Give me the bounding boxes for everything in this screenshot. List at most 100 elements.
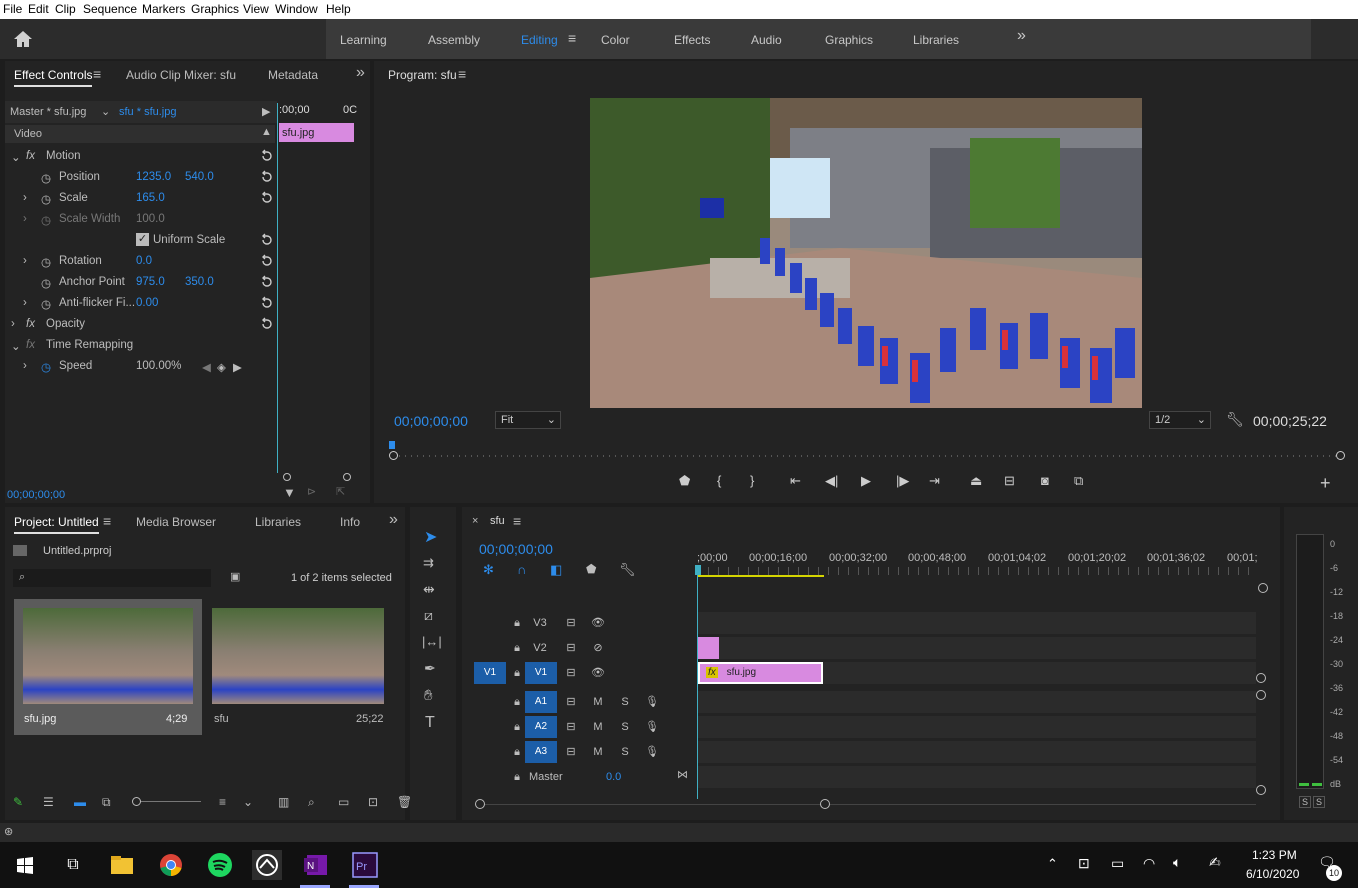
play-triangle-icon[interactable]: ▶ bbox=[262, 105, 270, 118]
clip-segment[interactable] bbox=[698, 637, 719, 659]
workspace-audio[interactable]: Audio bbox=[751, 33, 782, 47]
sequence-tab[interactable]: sfu bbox=[490, 515, 505, 527]
eye-icon[interactable]: 👁︎ bbox=[590, 615, 606, 631]
program-scrubber[interactable] bbox=[389, 451, 1345, 461]
export-icon[interactable]: ⇱ bbox=[336, 485, 345, 498]
type-tool-icon[interactable]: T bbox=[425, 714, 435, 732]
master-clip-label[interactable]: Master * sfu.jpg bbox=[10, 106, 86, 118]
track-target-a2[interactable]: A2 bbox=[525, 716, 557, 738]
track-label[interactable]: V3 bbox=[532, 615, 548, 631]
menu-edit[interactable]: Edit bbox=[28, 2, 49, 16]
chevron-right-icon[interactable]: » bbox=[389, 511, 398, 529]
zoom-scrollbar[interactable] bbox=[283, 473, 351, 481]
track-target-a3[interactable]: A3 bbox=[525, 741, 557, 763]
play-only-audio-icon[interactable]: ⊳ bbox=[307, 485, 316, 498]
chevron-right-icon[interactable]: » bbox=[1017, 27, 1026, 45]
expand-icon[interactable]: › bbox=[23, 297, 27, 309]
video-frame[interactable] bbox=[590, 98, 1142, 408]
chevron-up-icon[interactable]: ⌃ bbox=[1047, 856, 1058, 872]
playhead-marker[interactable] bbox=[389, 441, 395, 449]
sync-lock-icon[interactable]: ⊟ bbox=[563, 744, 579, 760]
spotify-icon[interactable] bbox=[205, 850, 235, 880]
reset-icon[interactable] bbox=[260, 317, 274, 331]
stopwatch-icon[interactable]: ◷ bbox=[41, 360, 51, 374]
solo-button[interactable]: S bbox=[617, 694, 633, 710]
list-view-icon[interactable]: ☰ bbox=[43, 795, 54, 809]
workspace-libraries[interactable]: Libraries bbox=[913, 33, 959, 47]
icon-view-icon[interactable]: ▬ bbox=[74, 795, 86, 809]
microphone-icon[interactable]: 🎙︎ bbox=[644, 744, 660, 760]
sync-lock-icon[interactable]: ⊟ bbox=[563, 665, 579, 681]
expand-icon[interactable]: › bbox=[23, 192, 27, 204]
wrench-icon[interactable]: 🔧︎ bbox=[619, 562, 636, 578]
file-explorer-icon[interactable] bbox=[107, 850, 137, 880]
tab-effect-controls[interactable]: Effect Controls bbox=[14, 68, 93, 87]
go-to-out-icon[interactable]: ⇥ bbox=[929, 473, 940, 489]
reset-icon[interactable] bbox=[260, 149, 274, 163]
mute-button[interactable]: M bbox=[590, 744, 606, 760]
panel-menu-icon[interactable]: ≡ bbox=[103, 513, 111, 529]
expand-icon[interactable]: › bbox=[23, 360, 27, 372]
panel-menu-icon[interactable]: ≡ bbox=[458, 66, 466, 82]
snap-magnet-icon[interactable]: ∩ bbox=[517, 562, 526, 577]
resolution-dropdown[interactable]: 1/2 ⌄ bbox=[1149, 411, 1211, 429]
track-target-v1[interactable]: V1 bbox=[525, 662, 557, 684]
rotation-value[interactable]: 0.0 bbox=[136, 255, 152, 267]
mute-button[interactable]: M bbox=[590, 694, 606, 710]
menu-graphics[interactable]: Graphics bbox=[191, 2, 239, 16]
microphone-icon[interactable]: 🎙︎ bbox=[644, 694, 660, 710]
new-search-bin-icon[interactable]: ▣ bbox=[230, 570, 240, 583]
sync-lock-icon[interactable]: ⊟ bbox=[563, 719, 579, 735]
wifi-icon[interactable]: ◠ bbox=[1143, 855, 1155, 872]
next-keyframe-icon[interactable]: ▶ bbox=[233, 360, 242, 374]
lock-icon[interactable]: 🔒︎ bbox=[509, 719, 525, 735]
stopwatch-icon[interactable]: ◷ bbox=[41, 171, 51, 185]
sync-lock-icon[interactable]: ⊟ bbox=[563, 694, 579, 710]
eye-hidden-icon[interactable]: ⊘ bbox=[590, 640, 606, 656]
app-icon[interactable] bbox=[252, 850, 282, 880]
project-item-sfu-jpg[interactable]: sfu.jpg 4;29 bbox=[14, 599, 202, 735]
onenote-icon[interactable]: N bbox=[301, 850, 331, 880]
tab-libraries[interactable]: Libraries bbox=[255, 515, 301, 529]
ripple-edit-icon[interactable]: ⇹ bbox=[423, 581, 435, 598]
automate-icon[interactable]: ▥ bbox=[278, 795, 289, 809]
sync-lock-icon[interactable]: ⊟ bbox=[563, 615, 579, 631]
source-patch-v1[interactable]: V1 bbox=[474, 662, 506, 684]
tab-metadata[interactable]: Metadata bbox=[268, 68, 318, 82]
play-icon[interactable]: ▶ bbox=[861, 473, 871, 489]
solo-button[interactable]: S bbox=[617, 744, 633, 760]
clock-time[interactable]: 1:23 PM bbox=[1252, 848, 1297, 862]
effect-controls-timecode[interactable]: 00;00;00;00 bbox=[7, 489, 65, 501]
work-area-bar[interactable] bbox=[698, 575, 824, 577]
volume-icon[interactable]: 🔈︎ bbox=[1173, 854, 1181, 871]
lock-icon[interactable]: 🔒︎ bbox=[509, 665, 525, 681]
expand-icon[interactable]: › bbox=[11, 318, 15, 330]
chevron-right-icon[interactable]: » bbox=[356, 64, 365, 82]
tab-audio-clip-mixer[interactable]: Audio Clip Mixer: sfu bbox=[126, 68, 236, 82]
menu-sequence[interactable]: Sequence bbox=[83, 2, 137, 16]
timeline-timecode[interactable]: 00;00;00;00 bbox=[479, 541, 553, 557]
tab-info[interactable]: Info bbox=[340, 515, 360, 529]
master-volume-value[interactable]: 0.0 bbox=[606, 771, 621, 783]
selection-tool-icon[interactable]: ➤ bbox=[424, 527, 437, 547]
marker-icon[interactable]: ⬟ bbox=[679, 473, 690, 489]
track-select-icon[interactable]: ⇉ bbox=[423, 555, 434, 571]
playhead-handle[interactable] bbox=[695, 565, 701, 575]
project-search-input[interactable]: ⌕ bbox=[13, 569, 211, 587]
menu-clip[interactable]: Clip bbox=[55, 2, 76, 16]
new-bin-icon[interactable]: ▭ bbox=[338, 795, 349, 809]
expand-icon[interactable]: › bbox=[23, 255, 27, 267]
chrome-icon[interactable] bbox=[156, 850, 186, 880]
lock-icon[interactable]: 🔒︎ bbox=[509, 694, 525, 710]
reset-icon[interactable] bbox=[260, 296, 274, 310]
add-keyframe-icon[interactable]: ◈ bbox=[217, 360, 226, 374]
pencil-icon[interactable]: ✎ bbox=[13, 795, 23, 809]
mute-button[interactable]: M bbox=[590, 719, 606, 735]
project-item-sfu[interactable]: sfu 25;22 bbox=[206, 599, 394, 735]
menu-file[interactable]: File bbox=[3, 2, 22, 16]
anti-flicker-value[interactable]: 0.00 bbox=[136, 297, 158, 309]
sort-icon[interactable]: ≡ bbox=[219, 795, 226, 809]
panel-menu-icon[interactable]: ≡ bbox=[513, 513, 521, 529]
chevron-down-icon[interactable]: ⌄ bbox=[101, 105, 110, 118]
mark-in-icon[interactable]: { bbox=[717, 473, 721, 488]
